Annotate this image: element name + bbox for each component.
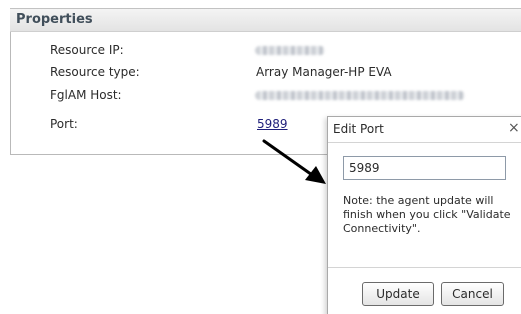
fglam-host-value-redacted — [255, 91, 465, 100]
resource-ip-label: Resource IP: — [50, 43, 124, 57]
update-button[interactable]: Update — [362, 282, 434, 306]
resource-ip-value-redacted — [255, 46, 325, 55]
port-label: Port: — [50, 117, 78, 131]
dialog-header: Edit Port × — [328, 117, 521, 143]
close-icon[interactable]: × — [508, 120, 520, 136]
edit-port-dialog: Edit Port × Note: the agent update will … — [327, 116, 521, 314]
resource-type-label: Resource type: — [50, 65, 140, 79]
fglam-host-label: FglAM Host: — [50, 88, 122, 102]
resource-type-value: Array Manager-HP EVA — [256, 65, 392, 79]
dialog-title: Edit Port — [333, 122, 384, 136]
properties-header: Properties — [10, 8, 521, 32]
dialog-divider — [328, 267, 521, 268]
note-text: Note: the agent update will finish when … — [343, 194, 511, 235]
cancel-button[interactable]: Cancel — [441, 282, 504, 306]
port-input[interactable] — [343, 156, 506, 180]
port-link[interactable]: 5989 — [257, 117, 288, 131]
